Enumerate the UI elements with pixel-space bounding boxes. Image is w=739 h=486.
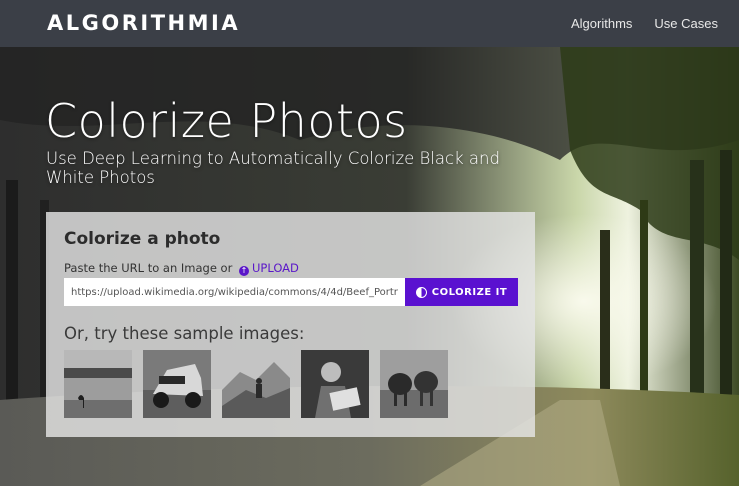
colorize-button[interactable]: COLORIZE IT <box>405 278 518 306</box>
nav-link-use-cases[interactable]: Use Cases <box>654 16 718 31</box>
sample-image-race-car[interactable] <box>143 350 211 418</box>
sample-image-bird[interactable] <box>64 350 132 418</box>
image-url-input[interactable] <box>64 278 405 306</box>
colorize-panel: Colorize a photo Paste the URL to an Ima… <box>46 212 535 437</box>
algorithmia-logo[interactable]: ALGORITHMIA <box>47 11 240 35</box>
samples-title: Or, try these sample images: <box>64 324 305 343</box>
nav-link-algorithms[interactable]: Algorithms <box>571 16 632 31</box>
colorize-button-label: COLORIZE IT <box>431 286 508 298</box>
sample-image-child[interactable] <box>301 350 369 418</box>
sample-images <box>64 350 448 418</box>
url-label-text: Paste the URL to an Image or <box>64 261 233 275</box>
nav-links: Algorithms Use Cases <box>571 16 718 31</box>
panel-title: Colorize a photo <box>64 229 221 249</box>
upload-link[interactable]: ↑ UPLOAD <box>238 261 299 276</box>
url-label: Paste the URL to an Image or ↑ UPLOAD <box>64 261 299 276</box>
navbar: ALGORITHMIA Algorithms Use Cases <box>0 0 739 47</box>
sample-image-climber[interactable] <box>222 350 290 418</box>
page-title: Colorize Photos <box>45 94 408 148</box>
sample-image-cows[interactable] <box>380 350 448 418</box>
upload-label: UPLOAD <box>251 261 299 275</box>
page-subtitle: Use Deep Learning to Automatically Color… <box>46 149 500 187</box>
upload-icon: ↑ <box>238 266 249 276</box>
contrast-icon <box>415 286 427 298</box>
